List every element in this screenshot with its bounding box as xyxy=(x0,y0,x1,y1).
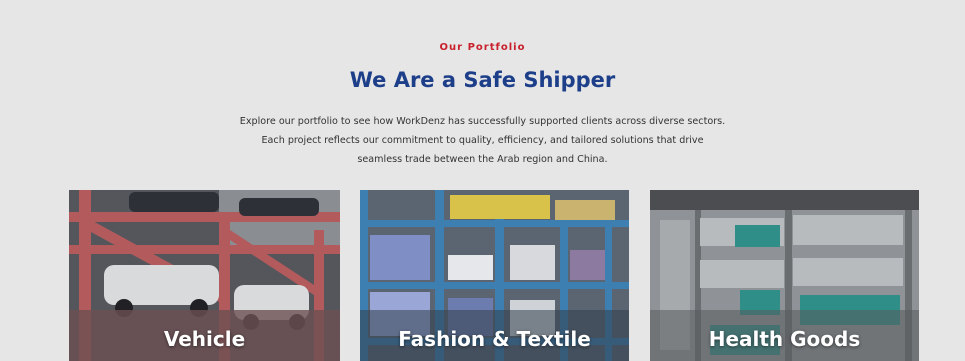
description-line: Explore our portfolio to see how WorkDen… xyxy=(239,116,726,127)
portfolio-section: Our Portfolio We Are a Safe Shipper Expl… xyxy=(0,0,965,361)
section-title: We Are a Safe Shipper xyxy=(349,68,616,92)
card-label: Health Goods xyxy=(708,327,861,351)
card-label: Fashion & Textile xyxy=(398,327,591,351)
portfolio-card-fashion-textile[interactable]: Fashion & Textile xyxy=(360,190,629,361)
description-line: seamless trade between the Arab region a… xyxy=(357,154,608,165)
card-label: Vehicle xyxy=(163,327,246,351)
section-eyebrow: Our Portfolio xyxy=(439,42,526,53)
portfolio-card-vehicle[interactable]: Vehicle xyxy=(69,190,340,361)
section-description: Explore our portfolio to see how WorkDen… xyxy=(160,112,805,169)
portfolio-card-health-goods[interactable]: Health Goods xyxy=(650,190,919,361)
description-line: Each project reflects our commitment to … xyxy=(261,135,704,146)
